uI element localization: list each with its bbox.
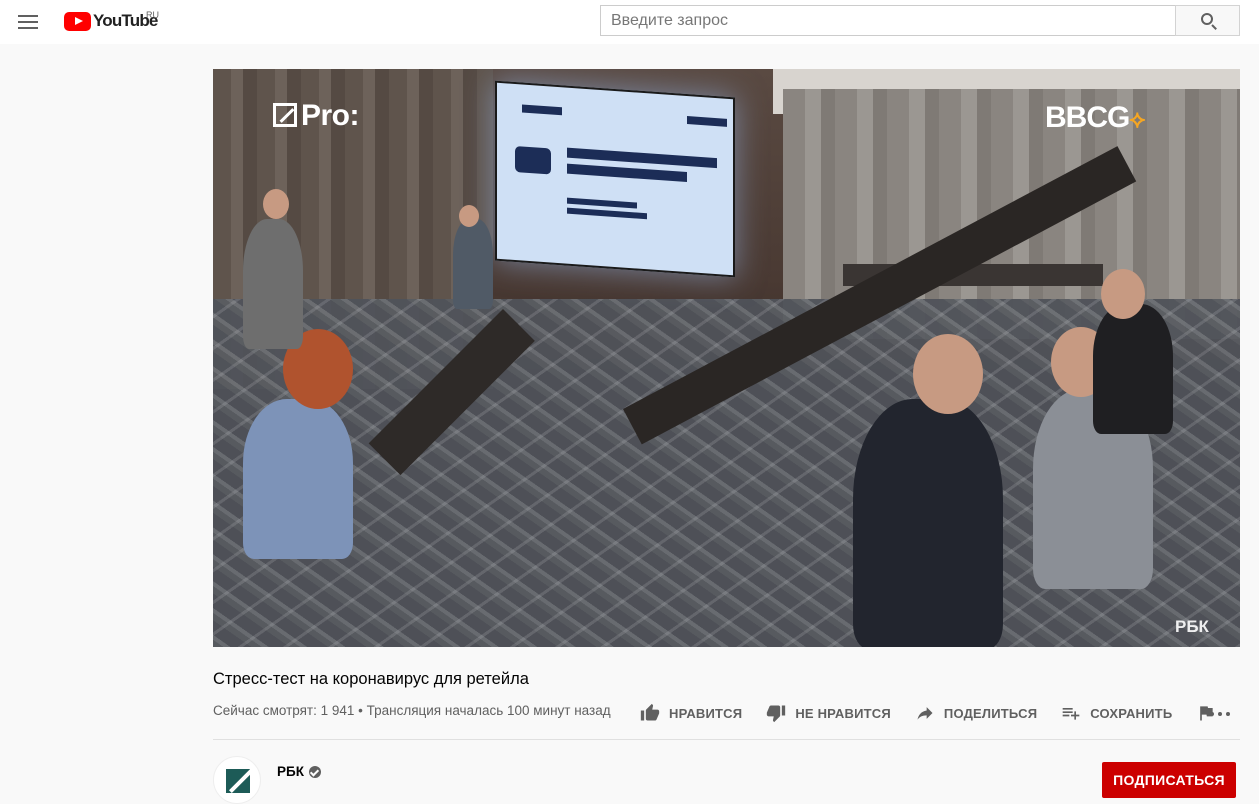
subscribe-button[interactable]: ПОДПИСАТЬСЯ — [1102, 762, 1236, 798]
more-options-icon[interactable] — [1208, 708, 1232, 720]
playlist-add-icon — [1061, 703, 1081, 723]
video-frame — [213, 69, 1240, 647]
rbk-watermark: РБК — [1175, 617, 1209, 636]
verified-check-icon — [309, 766, 321, 778]
channel-name[interactable]: РБК — [277, 764, 304, 779]
presentation-screen — [495, 80, 735, 278]
video-title: Стресс-тест на коронавирус для ретейла — [213, 670, 529, 688]
like-label: НРАВИТСЯ — [669, 705, 743, 721]
dislike-label: НЕ НРАВИТСЯ — [795, 705, 891, 721]
like-button[interactable]: НРАВИТСЯ — [640, 703, 742, 723]
divider — [213, 739, 1240, 740]
youtube-logo[interactable]: YouTube — [64, 10, 158, 32]
share-label: ПОДЕЛИТЬСЯ — [943, 705, 1038, 721]
dislike-button[interactable]: НЕ НРАВИТСЯ — [766, 703, 891, 723]
search-input[interactable] — [600, 5, 1176, 36]
bbcg-watermark: BBCG⟡ — [1045, 101, 1145, 134]
pro-watermark: Pro: — [273, 99, 360, 133]
action-bar: НРАВИТСЯ НЕ НРАВИТСЯ ПОДЕЛИТЬСЯ СОХРАНИТ… — [640, 700, 1249, 726]
share-arrow-icon — [915, 703, 935, 723]
search-icon — [1201, 13, 1213, 25]
youtube-play-icon — [64, 11, 91, 31]
thumbs-up-icon — [640, 703, 660, 723]
top-bar: YouTube RU — [0, 0, 1259, 44]
video-player[interactable]: Pro: BBCG⟡ РБК — [213, 69, 1240, 647]
thumbs-down-icon — [766, 703, 786, 723]
channel-avatar[interactable] — [213, 756, 261, 804]
save-button[interactable]: СОХРАНИТЬ — [1061, 703, 1172, 723]
menu-icon[interactable] — [16, 10, 40, 34]
share-button[interactable]: ПОДЕЛИТЬСЯ — [915, 703, 1037, 723]
video-meta: Сейчас смотрят: 1 941 • Трансляция начал… — [213, 703, 611, 718]
region-label: RU — [146, 10, 159, 20]
save-label: СОХРАНИТЬ — [1090, 705, 1173, 721]
search-button[interactable] — [1175, 5, 1240, 36]
